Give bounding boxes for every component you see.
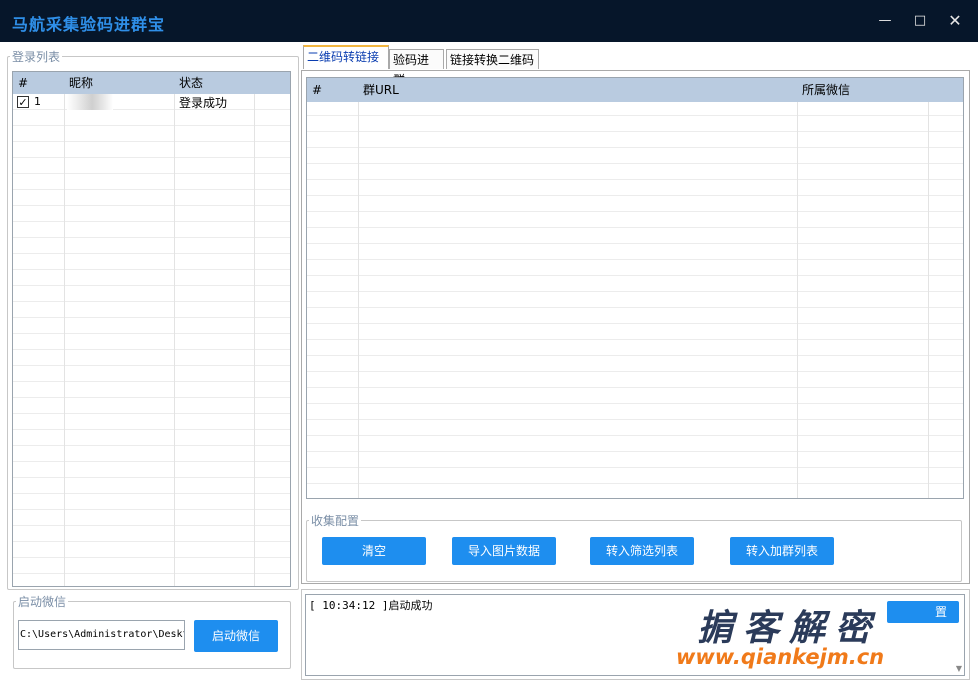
watermark-logo: 掮客解密 (697, 608, 882, 649)
import-image-data-button[interactable]: 导入图片数据 (452, 537, 556, 565)
close-icon[interactable]: ✕ (942, 8, 968, 34)
column-divider (358, 78, 359, 498)
table-row[interactable]: ✓ 1 登录成功 (13, 94, 290, 111)
launch-wechat-legend: 启动微信 (18, 595, 67, 609)
move-to-join-list-button[interactable]: 转入加群列表 (730, 537, 834, 565)
title-bar: 马航采集验码进群宝 — □ ✕ (0, 0, 978, 42)
column-divider (64, 72, 65, 586)
group-url-header: # 群URL 所属微信 (307, 78, 963, 102)
move-to-filter-list-button[interactable]: 转入筛选列表 (590, 537, 694, 565)
login-list-table[interactable]: # 昵称 状态 ✓ 1 登录成功 (12, 71, 291, 587)
scroll-down-icon[interactable]: ▼ (956, 664, 962, 673)
wechat-path-input[interactable]: C:\Users\Administrator\Deskt (18, 620, 185, 650)
launch-wechat-button[interactable]: 启动微信 (194, 620, 278, 652)
watermark-url: www.qiankejm.cn (676, 645, 885, 669)
tab-verify-join[interactable]: 验码进群 (389, 49, 444, 87)
login-list-header: # 昵称 状态 (13, 72, 290, 94)
column-header-status[interactable]: 状态 (174, 72, 254, 94)
column-header-wechat[interactable]: 所属微信 (797, 78, 928, 102)
column-divider (928, 78, 929, 498)
group-url-rows (307, 100, 963, 498)
clear-button[interactable]: 清空 (322, 537, 426, 565)
column-divider (174, 72, 175, 586)
window-title: 马航采集验码进群宝 (12, 15, 166, 34)
row-status: 登录成功 (179, 96, 228, 110)
maximize-icon[interactable]: □ (907, 8, 933, 34)
log-line: [ 10:34:12 ]启动成功 (309, 599, 433, 612)
minimize-icon[interactable]: — (872, 8, 898, 34)
log-settings-button[interactable]: 置 (887, 601, 959, 623)
column-header-group-url[interactable]: 群URL (358, 78, 797, 102)
group-url-table[interactable]: # 群URL 所属微信 (306, 77, 964, 499)
row-index: 1 (34, 95, 41, 108)
login-list-rows (13, 94, 290, 586)
column-header-index[interactable]: # (307, 78, 358, 102)
avatar (67, 94, 113, 110)
collect-config-legend: 收集配置 (311, 514, 360, 528)
column-divider (254, 72, 255, 586)
column-divider (797, 78, 798, 498)
column-header-index[interactable]: # (13, 72, 64, 94)
row-checkbox[interactable]: ✓ (17, 96, 29, 109)
column-header-nickname[interactable]: 昵称 (64, 72, 174, 94)
tab-qrcode-to-link[interactable]: 二维码转链接 (303, 45, 389, 69)
tab-link-to-qrcode[interactable]: 链接转换二维码 (446, 49, 539, 69)
login-list-legend: 登录列表 (12, 50, 61, 64)
